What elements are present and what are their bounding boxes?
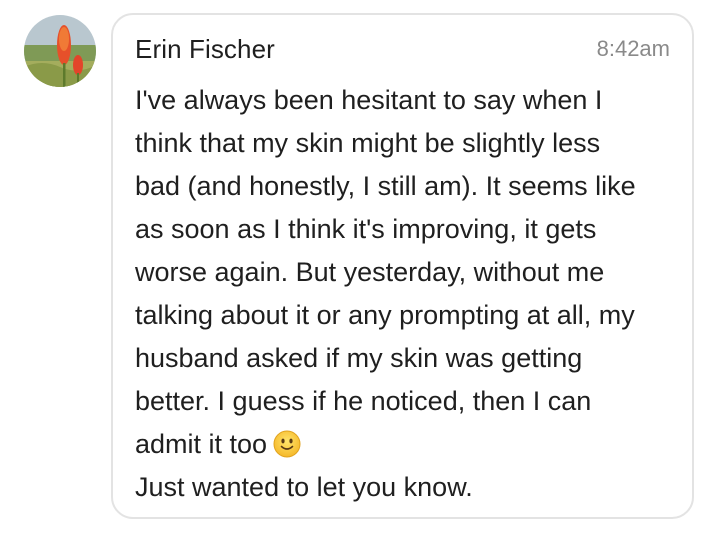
avatar-flower-image bbox=[24, 15, 96, 87]
message-line: worse again. But yesterday, without me bbox=[135, 257, 605, 287]
message-line: think that my skin might be slightly les… bbox=[135, 128, 601, 158]
message-bubble[interactable]: Erin Fischer 8:42am I've always been hes… bbox=[111, 13, 694, 519]
message-timestamp: 8:42am bbox=[596, 36, 670, 61]
message-line: better. I guess if he noticed, then I ca… bbox=[135, 386, 592, 416]
message-line: bad (and honestly, I still am). It seems… bbox=[135, 171, 636, 201]
message-line: admit it too bbox=[135, 429, 268, 459]
message-line-with-emoji: admit it too bbox=[135, 423, 675, 466]
sender-name: Erin Fischer bbox=[135, 34, 275, 64]
message-body: I've always been hesitant to say when I … bbox=[135, 79, 675, 509]
message-line: husband asked if my skin was getting bbox=[135, 343, 583, 373]
message-line: talking about it or any prompting at all… bbox=[135, 300, 635, 330]
message-line: as soon as I think it's improving, it ge… bbox=[135, 214, 597, 244]
slightly-smiling-face-icon bbox=[273, 430, 301, 458]
message-line: I've always been hesitant to say when I bbox=[135, 85, 603, 115]
message-line: Just wanted to let you know. bbox=[135, 472, 473, 502]
avatar[interactable] bbox=[24, 15, 96, 87]
